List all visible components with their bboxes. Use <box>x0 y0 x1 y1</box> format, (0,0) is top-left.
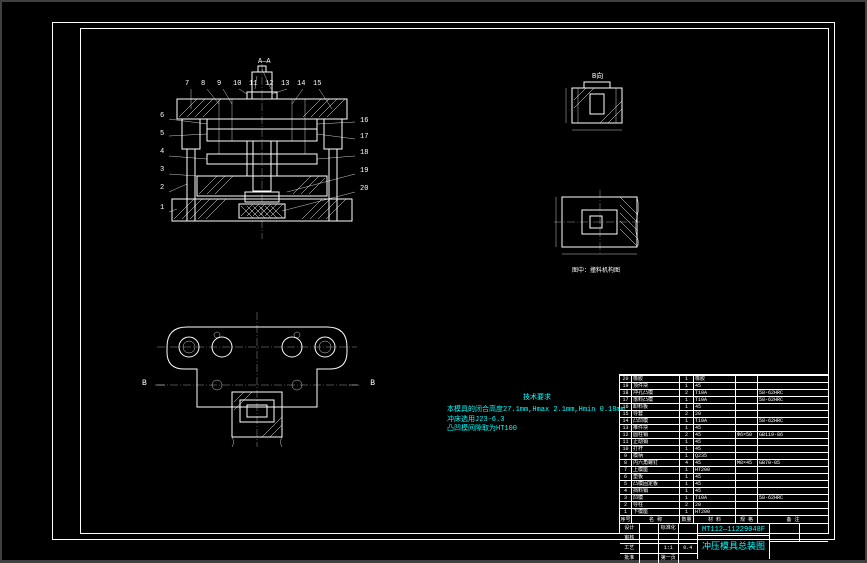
tech-req-line1: 本模具的闭合高度27.1mm,Hmax 2.1mm,Hmin 0.18mm <box>447 406 627 416</box>
part-row: 14凸凹模1T10A58-62HRC <box>620 417 828 424</box>
part-row: 20橡胶1橡胶 <box>620 375 828 382</box>
part-row: 18冲孔凸模2T10A58-62HRC <box>620 389 828 396</box>
part-row: 17落料凸模1T10A58-62HRC <box>620 396 828 403</box>
detail-side-caption: 图中：撞料机构图 <box>572 265 620 274</box>
drawing-number: MT112—11229048F <box>698 524 769 536</box>
title-main-block: 设计标准化 审核 工艺1:10.4 批准第一页 MT112—11229048F … <box>620 523 828 559</box>
part-row: 19顶件块145 <box>620 382 828 389</box>
section-arrow-left: B <box>142 379 147 388</box>
title-block: 1下模座1HT2002导柱2203凹模1T10A58-62HRC4挡料销1455… <box>619 374 829 534</box>
technical-requirements: 技术要求 本模具的闭合高度27.1mm,Hmax 2.1mm,Hmin 0.18… <box>447 394 627 435</box>
part-row: 11止动销145 <box>620 438 828 445</box>
plan-view: B B <box>147 297 367 457</box>
drawing-title: 冲压模具总装图 <box>698 536 769 559</box>
part-row: 12圆柱销245Φ6×50GB119-86 <box>620 431 828 438</box>
tech-req-title: 技术要求 <box>447 394 627 404</box>
part-row: 16卸料板145 <box>620 403 828 410</box>
section-label: A—A <box>258 58 271 66</box>
detail-view-side: 图中：撞料机构图 <box>542 182 662 272</box>
part-row: 10打杆145 <box>620 445 828 452</box>
part-row: 6垫板145 <box>620 473 828 480</box>
part-row: 8内六角螺钉445M8×45GB70-85 <box>620 459 828 466</box>
section-view-aa <box>157 64 367 239</box>
parts-list-header: 序号 名 称 数量 材 料 规 格 备 注 <box>620 515 828 523</box>
tech-req-line2: 冲床选用J23-6.3 <box>447 416 627 426</box>
part-row: 3凹模1T10A58-62HRC <box>620 494 828 501</box>
parts-list: 1下模座1HT2002导柱2203凹模1T10A58-62HRC4挡料销1455… <box>620 375 828 515</box>
part-row: 7上模座1HT200 <box>620 466 828 473</box>
part-row: 9模柄1Q235 <box>620 452 828 459</box>
detail-view-b: B向 <box>552 70 642 155</box>
tech-req-line3: 凸凹模间隙取为HT100 <box>447 425 627 435</box>
part-row: 15导套220 <box>620 410 828 417</box>
part-row: 2导柱220 <box>620 501 828 508</box>
cad-canvas: 7 8 9 10 11 12 13 14 15 6 5 4 3 2 1 16 1… <box>2 2 865 560</box>
part-row: 1下模座1HT200 <box>620 508 828 515</box>
detail-b-label: B向 <box>592 71 603 81</box>
section-arrow-right: B <box>370 379 375 388</box>
part-row: 13推件块145 <box>620 424 828 431</box>
part-row: 5凸模固定板145 <box>620 480 828 487</box>
part-row: 4挡料销145 <box>620 487 828 494</box>
